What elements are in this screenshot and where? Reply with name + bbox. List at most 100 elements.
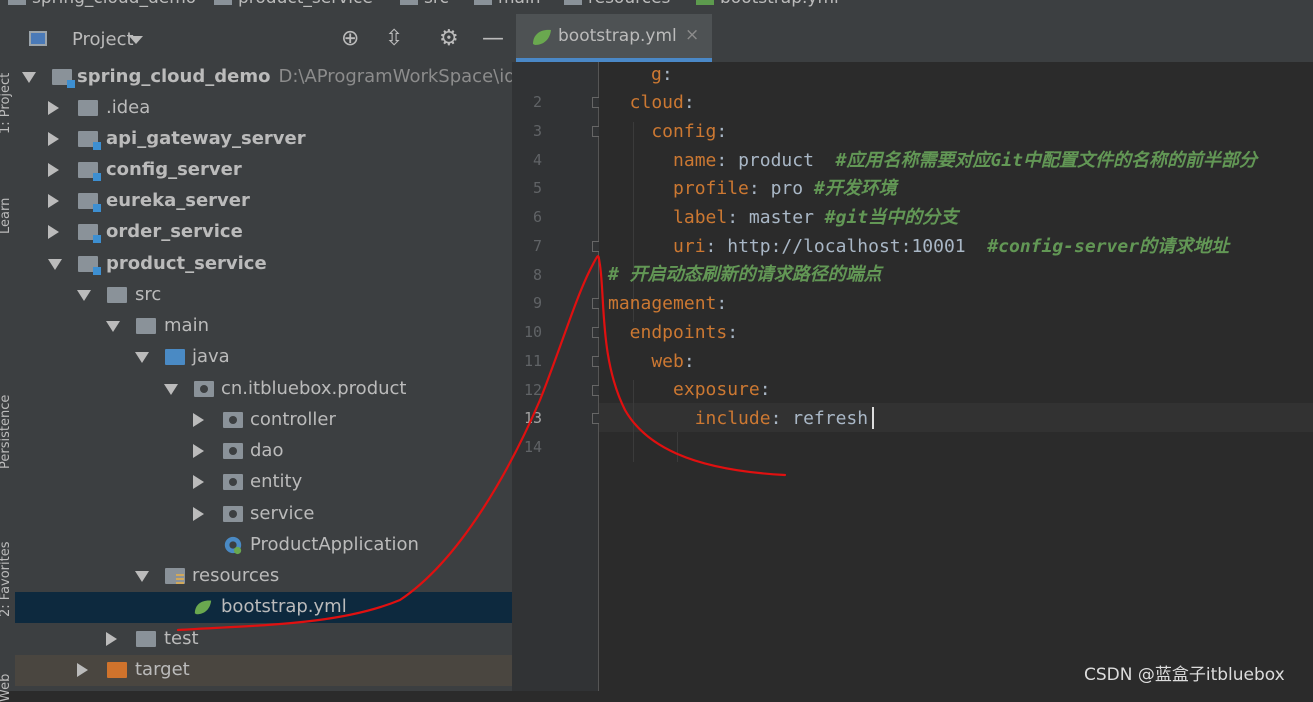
tree-label: src bbox=[135, 284, 162, 305]
tree-label: .idea bbox=[106, 97, 151, 118]
expand-arrow-icon[interactable] bbox=[48, 259, 62, 270]
tree-item[interactable]: test bbox=[15, 624, 512, 655]
code-editor[interactable]: g: cloud: config: name: product #应用名称需要对… bbox=[599, 62, 1313, 691]
breadcrumb-item[interactable]: resources bbox=[564, 0, 670, 8]
project-window-icon bbox=[29, 31, 47, 46]
tree-label: target bbox=[135, 659, 190, 680]
tree-item[interactable]: order_service bbox=[15, 217, 512, 248]
editor-tab[interactable]: bootstrap.yml × bbox=[516, 14, 712, 62]
breadcrumb-item[interactable]: bootstrap.yml bbox=[696, 0, 839, 8]
yaml-comment: # 开启动态刷新的请求路径的端点 bbox=[608, 264, 882, 285]
expand-arrow-icon[interactable] bbox=[48, 194, 59, 208]
code-line: profile: pro #开发环境 bbox=[608, 174, 897, 203]
code-line: name: product #应用名称需要对应Git中配置文件的名称的前半部分 bbox=[608, 146, 1257, 175]
yaml-colon: : bbox=[748, 178, 771, 199]
tree-item[interactable]: dao bbox=[15, 436, 512, 467]
expand-arrow-icon[interactable] bbox=[193, 475, 204, 489]
tree-item[interactable]: entity bbox=[15, 467, 512, 498]
line-number: 9 bbox=[532, 294, 542, 312]
folder-icon bbox=[136, 318, 156, 334]
expand-arrow-icon[interactable] bbox=[106, 321, 120, 332]
expand-arrow-icon[interactable] bbox=[164, 384, 178, 395]
expand-arrow-icon[interactable] bbox=[48, 132, 59, 146]
crosshair-icon[interactable]: ⊕ bbox=[341, 26, 359, 51]
project-panel-title[interactable]: Project bbox=[72, 29, 134, 50]
folder-icon bbox=[107, 287, 127, 303]
tree-item[interactable]: .idea bbox=[15, 93, 512, 124]
tree-item[interactable]: service bbox=[15, 499, 512, 530]
expand-arrow-icon[interactable] bbox=[77, 663, 88, 677]
tree-label: resources bbox=[192, 565, 280, 586]
breadcrumb-item[interactable]: spring_cloud_demo bbox=[8, 0, 196, 8]
code-line-current: include: refresh bbox=[608, 404, 868, 433]
expand-arrow-icon[interactable] bbox=[22, 72, 36, 83]
expand-arrow-icon[interactable] bbox=[193, 507, 204, 521]
package-icon bbox=[223, 506, 243, 522]
line-number-current: 13 bbox=[523, 409, 542, 427]
project-panel-header: Project ⊕ ⇳ ⚙ — bbox=[15, 14, 512, 63]
expand-arrow-icon[interactable] bbox=[193, 444, 204, 458]
tree-label: spring_cloud_demo D:\AProgramWorkSpace\id… bbox=[77, 66, 512, 87]
tree-label: product_service bbox=[106, 253, 267, 274]
expand-arrow-icon[interactable] bbox=[77, 290, 91, 301]
folder-icon bbox=[136, 631, 156, 647]
minimize-icon[interactable]: — bbox=[482, 26, 504, 51]
yaml-key: name bbox=[608, 150, 717, 171]
tree-item[interactable]: target bbox=[15, 655, 512, 686]
tree-item[interactable]: config_server bbox=[15, 155, 512, 186]
line-number: 5 bbox=[532, 179, 542, 197]
breadcrumb: spring_cloud_demo product_service src ma… bbox=[0, 0, 1313, 15]
tree-item[interactable]: java bbox=[15, 342, 512, 373]
tree-item[interactable]: resources bbox=[15, 561, 512, 592]
yaml-colon: : bbox=[727, 322, 739, 343]
expand-arrow-icon[interactable] bbox=[135, 352, 149, 363]
tree-item[interactable]: controller bbox=[15, 405, 512, 436]
module-icon bbox=[78, 162, 101, 181]
module-icon bbox=[8, 0, 26, 5]
tree-item-selected[interactable]: bootstrap.yml bbox=[15, 592, 512, 623]
tree-item[interactable]: ProductApplication bbox=[15, 530, 512, 561]
yaml-key: uri bbox=[608, 236, 706, 257]
yaml-comment: #应用名称需要对应Git中配置文件的名称的前半部分 bbox=[835, 150, 1257, 171]
expand-arrow-icon[interactable] bbox=[48, 163, 59, 177]
code-line: cloud: bbox=[608, 88, 695, 117]
yaml-comment: #开发环境 bbox=[813, 178, 897, 199]
expand-arrow-icon[interactable] bbox=[135, 571, 149, 582]
package-icon bbox=[223, 443, 243, 459]
yaml-colon: : bbox=[770, 408, 793, 429]
tree-label: java bbox=[192, 346, 230, 367]
yaml-colon: : bbox=[759, 379, 771, 400]
tree-item[interactable]: cn.itbluebox.product bbox=[15, 374, 512, 405]
spring-leaf-icon bbox=[533, 29, 551, 45]
tree-item[interactable]: api_gateway_server bbox=[15, 124, 512, 155]
yaml-value: product bbox=[738, 150, 836, 171]
tree-item[interactable]: spring_cloud_demo D:\AProgramWorkSpace\id… bbox=[15, 62, 512, 93]
tree-item[interactable]: src bbox=[15, 280, 512, 311]
code-line: # 开启动态刷新的请求路径的端点 bbox=[608, 260, 882, 289]
expand-arrow-icon[interactable] bbox=[48, 225, 59, 239]
tree-item[interactable]: eureka_server bbox=[15, 186, 512, 217]
chevron-down-icon[interactable] bbox=[129, 36, 143, 44]
project-path: D:\AProgramWorkSpace\idea\spring_cloud_d… bbox=[278, 66, 512, 87]
yaml-comment: #config-server的请求地址 bbox=[987, 236, 1230, 257]
gear-icon[interactable]: ⚙ bbox=[439, 26, 459, 51]
line-number: 8 bbox=[532, 266, 542, 284]
tree-item[interactable]: product_service bbox=[15, 249, 512, 280]
module-icon bbox=[52, 69, 75, 88]
expand-arrow-icon[interactable] bbox=[106, 632, 117, 646]
yaml-key: profile bbox=[608, 178, 749, 199]
yaml-colon: : bbox=[683, 351, 695, 372]
tree-item[interactable]: main bbox=[15, 311, 512, 342]
tree-label: cn.itbluebox.product bbox=[221, 378, 407, 399]
close-icon[interactable]: × bbox=[685, 25, 699, 45]
breadcrumb-item[interactable]: product_service bbox=[214, 0, 373, 8]
module-icon bbox=[78, 256, 101, 275]
yaml-key: web bbox=[608, 351, 684, 372]
collapse-icon[interactable]: ⇳ bbox=[385, 26, 403, 51]
breadcrumb-item[interactable]: src bbox=[400, 0, 449, 8]
expand-arrow-icon[interactable] bbox=[48, 101, 59, 115]
tree-label: order_service bbox=[106, 221, 243, 242]
breadcrumb-item[interactable]: main bbox=[474, 0, 540, 8]
expand-arrow-icon[interactable] bbox=[193, 413, 204, 427]
text-caret bbox=[872, 407, 874, 429]
